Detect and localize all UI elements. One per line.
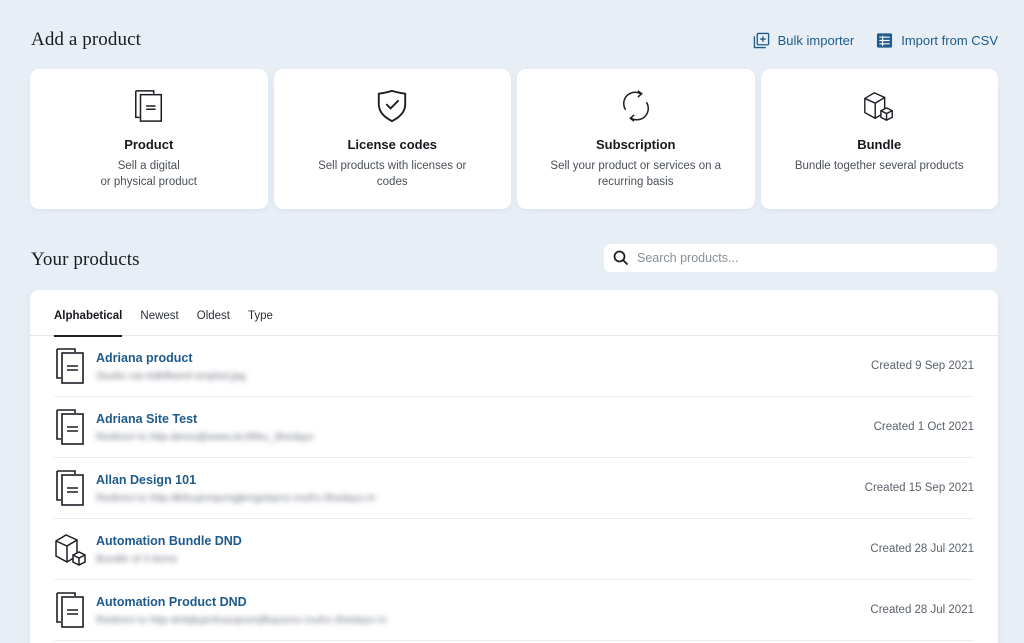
card-product-desc: Sell a digital or physical product xyxy=(59,158,239,190)
bulk-importer-link[interactable]: Bulk importer xyxy=(753,32,855,49)
card-product[interactable]: Product Sell a digital or physical produ… xyxy=(30,69,268,209)
card-product-title: Product xyxy=(124,137,174,152)
product-name[interactable]: Adriana product xyxy=(96,351,871,365)
card-bundle-title: Bundle xyxy=(857,137,902,152)
product-row[interactable]: Adriana Site Test Redirect to http-demo@… xyxy=(54,397,974,458)
boxes-icon xyxy=(54,529,88,569)
add-product-title: Add a product xyxy=(31,29,141,50)
product-row[interactable]: Adriana product Studio cat-Adbfkwml-smpl… xyxy=(54,336,974,397)
product-subtitle: Redirect to http-demo@www.dv.ltf/ko_3hed… xyxy=(96,430,314,443)
tab-type[interactable]: Type xyxy=(248,290,273,336)
csv-table-icon xyxy=(877,33,893,48)
product-created-date: Created 1 Oct 2021 xyxy=(873,421,974,433)
import-csv-link[interactable]: Import from CSV xyxy=(876,32,998,49)
product-subtitle: Studio cat-Adbfkwml-smplsd.jpg xyxy=(96,369,246,382)
tab-oldest[interactable]: Oldest xyxy=(197,290,230,336)
refresh-cycle-icon xyxy=(618,87,654,125)
card-subscription-desc: Sell your product or services on a recur… xyxy=(550,160,722,188)
product-row[interactable]: Automation Product DND Redirect to http-… xyxy=(54,580,974,641)
product-subtitle: Redirect to http-dmkjkyjmfusuqnsmjfkqusm… xyxy=(96,613,387,626)
card-license-desc: Sell products with licenses or codes xyxy=(318,160,467,188)
document-stack-icon xyxy=(54,468,88,508)
product-name[interactable]: Automation Bundle DND xyxy=(96,534,870,548)
product-info: Automation Product DND Redirect to http-… xyxy=(96,595,870,626)
products-panel: Alphabetical Newest Oldest Type Adriana … xyxy=(30,290,998,643)
document-stack-icon xyxy=(54,407,88,447)
document-stack-icon xyxy=(54,346,88,386)
document-stack-icon xyxy=(54,590,88,630)
product-info: Adriana Site Test Redirect to http-demo@… xyxy=(96,412,874,443)
card-license-title: License codes xyxy=(347,137,438,152)
boxes-icon xyxy=(861,87,897,125)
your-products-title: Your products xyxy=(31,249,140,270)
product-info: Automation Bundle DND Bundle of 3 items xyxy=(96,534,870,565)
page: Add a product Bulk importer Import from … xyxy=(0,0,1024,643)
product-name[interactable]: Automation Product DND xyxy=(96,595,870,609)
sort-tabs: Alphabetical Newest Oldest Type xyxy=(30,290,998,337)
search-bar xyxy=(604,244,997,272)
product-created-date: Created 15 Sep 2021 xyxy=(864,482,974,494)
shield-check-icon xyxy=(374,87,410,125)
product-name[interactable]: Adriana Site Test xyxy=(96,412,874,426)
product-subtitle: Bundle of 3 items xyxy=(96,552,178,565)
card-license-codes[interactable]: License codes Sell products with license… xyxy=(273,69,511,209)
product-name[interactable]: Allan Design 101 xyxy=(96,473,865,487)
import-csv-label: Import from CSV xyxy=(901,33,998,48)
product-row[interactable]: Allan Design 101 Redirect to http-dkifuu… xyxy=(54,458,974,519)
product-type-cards: Product Sell a digital or physical produ… xyxy=(30,69,998,209)
product-created-date: Created 28 Jul 2021 xyxy=(870,543,974,555)
import-links: Bulk importer Import from CSV xyxy=(753,32,998,49)
product-row[interactable]: Automation Bundle DND Bundle of 3 items … xyxy=(54,519,974,580)
product-list: Adriana product Studio cat-Adbfkwml-smpl… xyxy=(30,336,998,641)
search-input[interactable] xyxy=(637,251,977,265)
card-bundle-desc: Bundle together several products xyxy=(794,160,964,172)
product-info: Allan Design 101 Redirect to http-dkifuu… xyxy=(96,473,865,504)
card-subscription[interactable]: Subscription Sell your product or servic… xyxy=(517,69,755,209)
tab-newest[interactable]: Newest xyxy=(140,290,178,336)
product-created-date: Created 9 Sep 2021 xyxy=(871,360,974,372)
product-info: Adriana product Studio cat-Adbfkwml-smpl… xyxy=(96,351,871,382)
card-product-desc-text: Sell a digital or physical product xyxy=(100,160,198,188)
tab-alphabetical[interactable]: Alphabetical xyxy=(54,290,123,337)
card-subscription-title: Subscription xyxy=(596,137,676,152)
product-subtitle: Redirect to http-dkifuujnmjumgjkmgolsjmz… xyxy=(96,491,376,504)
bulk-importer-label: Bulk importer xyxy=(777,33,855,48)
card-bundle[interactable]: Bundle Bundle together several products xyxy=(760,69,998,209)
product-created-date: Created 28 Jul 2021 xyxy=(870,604,974,616)
document-stack-icon xyxy=(131,87,167,125)
bulk-import-icon xyxy=(753,32,769,49)
search-icon xyxy=(613,250,629,266)
